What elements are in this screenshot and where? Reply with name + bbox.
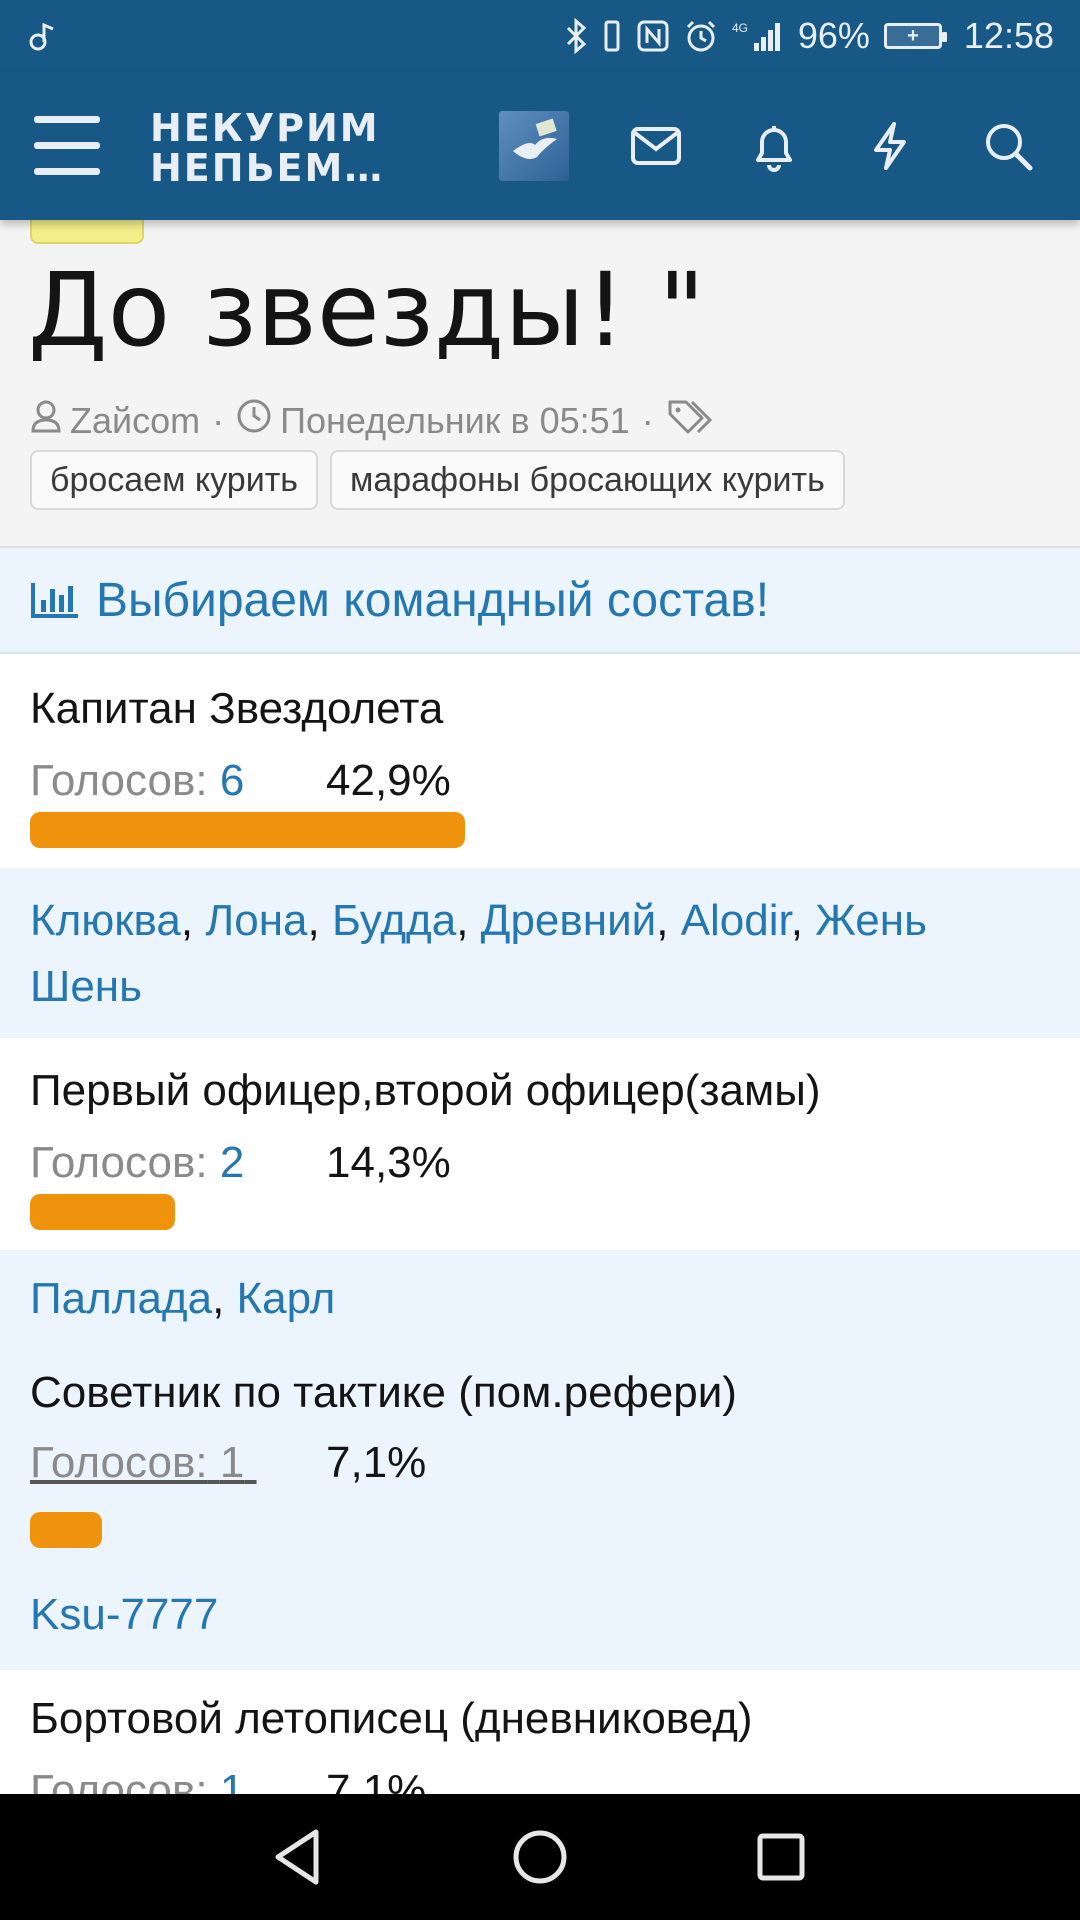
back-icon[interactable] [266,1824,332,1890]
system-nav-bar [0,1794,1080,1920]
thread-prefix-badge [30,220,144,244]
music-note-icon [26,21,56,51]
thread-header: До звезды! " Zайсom · Понедельник в 05:5… [0,220,1080,548]
votes-label: Голосов: [30,1766,208,1794]
poll-vote-count[interactable]: Голосов: 1 [30,1438,257,1488]
logo-line2: НЕПЬЕМ… [150,146,385,190]
alarm-icon [684,19,718,53]
battery-icon: + [883,23,947,49]
poll-vote-count[interactable]: Голосов: 1 [30,1766,244,1794]
votes-number: 1 [219,1766,245,1794]
voter-separator: , [212,1274,237,1323]
poll-result-bar [30,1194,175,1230]
recents-icon[interactable] [748,1824,814,1890]
votes-label: Голосов: [30,1138,208,1187]
thread-date[interactable]: Понедельник в 05:51 [280,400,630,442]
page-title: До звезды! " [28,251,706,370]
menu-icon[interactable] [34,116,100,176]
site-logo[interactable]: НЕКУРИМ НЕПЬЕМ… [150,108,384,188]
voter-link[interactable]: Alodir [681,896,791,945]
poll-title: Выбираем командный состав! [96,573,770,627]
mail-icon[interactable] [628,118,684,174]
votes-number: 2 [219,1138,245,1187]
voter-link[interactable]: Лона [205,896,307,945]
poll-percent: 14,3% [326,1138,451,1187]
svg-text:4G: 4G [732,21,748,35]
poll-vote-count[interactable]: Голосов: 6 [30,756,244,806]
voter-separator: , [456,896,481,945]
status-bar: 4G 96% + 12:58 [0,0,1080,72]
poll-option: Первый офицер,второй офицер(замы) Голосо… [0,1038,1080,1250]
nfc-icon [636,19,670,53]
poll-option-title: Капитан Звездолета [30,684,444,733]
poll-voters: Паллада, Карл Советник по тактике (пом.р… [0,1250,1080,1670]
poll-percent: 7,1% [326,1766,427,1794]
voter-link[interactable]: Клюква [30,896,181,945]
poll-option: Бортовой летописец (дневниковед) Голосов… [0,1670,1080,1794]
poll-option: Капитан Звездолета Голосов: 6 42,9% [0,656,1080,868]
signal-icon: 4G [732,19,784,53]
clock-icon [236,398,272,443]
bar-chart-icon [31,583,78,618]
votes-number: 6 [219,756,245,805]
poll-header: Выбираем командный состав! [0,548,1080,654]
voter-list: Ksu-7777 [30,1582,1040,1648]
poll-percent: 42,9% [326,756,451,805]
voter-link[interactable]: Ksu-7777 [30,1590,218,1639]
poll-percent: 7,1% [326,1438,427,1487]
bell-icon[interactable] [746,118,802,174]
thread-meta: Zайсom · Понедельник в 05:51 · [30,398,714,443]
logo-line1: НЕКУРИМ [150,106,380,150]
voter-list: Паллада, Карл [30,1266,1040,1332]
battery-percent: 96% [797,15,870,56]
bluetooth-icon [564,18,588,54]
voter-link[interactable]: Будда [332,896,456,945]
voter-separator: , [180,896,206,945]
voter-list: Клюква, Лона, Будда, Древний, Alodir, Же… [30,888,1040,1020]
meta-separator: · [212,399,225,441]
poll-vote-count[interactable]: Голосов: 2 [30,1138,244,1188]
poll-option-title: Советник по тактике (пом.рефери) [30,1368,737,1417]
app-header: НЕКУРИМ НЕПЬЕМ… [0,72,1080,220]
voter-separator: , [790,896,816,945]
avatar[interactable] [499,111,569,181]
thread-author[interactable]: Zайсom [70,400,200,442]
user-icon [30,399,62,442]
poll-result-bar [30,1512,102,1548]
tag-list: бросаем курить марафоны бросающих курить [30,450,845,510]
tags-icon [666,398,714,443]
vibrate-icon [602,19,622,53]
voter-link[interactable]: Древний [481,896,657,945]
voter-link[interactable]: Паллада [30,1274,212,1323]
voter-link[interactable]: Карл [237,1274,336,1323]
clock: 12:58 [963,15,1054,56]
search-icon[interactable] [980,118,1036,174]
voter-separator: , [307,896,332,945]
votes-number: 1 [219,1438,245,1487]
bolt-icon[interactable] [862,118,918,174]
votes-label: Голосов: [30,1438,208,1487]
poll-option-title: Первый офицер,второй офицер(замы) [30,1066,821,1115]
votes-label: Голосов: [30,756,208,805]
poll-option-title: Бортовой летописец (дневниковед) [30,1694,753,1743]
tag-item[interactable]: марафоны бросающих курить [330,450,845,510]
poll-voters: Клюква, Лона, Будда, Древний, Alodir, Же… [0,868,1080,1038]
tag-item[interactable]: бросаем курить [30,450,318,510]
voter-separator: , [656,896,681,945]
home-icon[interactable] [507,1824,573,1890]
poll-result-bar [30,812,465,848]
meta-separator: · [641,399,654,441]
